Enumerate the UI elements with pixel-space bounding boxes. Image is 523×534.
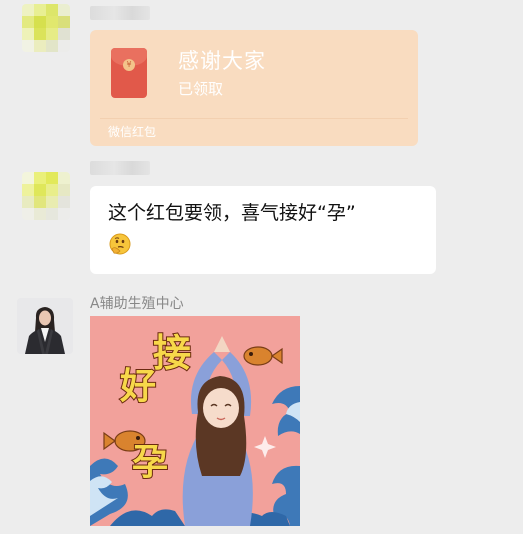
red-packet-title: 感谢大家: [178, 49, 266, 73]
red-packet-divider: [100, 118, 408, 119]
red-packet-icon: ¥: [111, 48, 147, 98]
sender-name: A辅助生殖中心: [90, 296, 184, 312]
sticker-illustration: 接 好 孕: [90, 316, 300, 526]
thinking-face-icon: [109, 233, 131, 255]
sticker-char-1: 接: [153, 331, 191, 375]
red-packet-status: 已领取: [178, 80, 224, 98]
sticker-char-3: 孕: [132, 442, 168, 483]
sender-name-blurred: [90, 6, 150, 20]
text-message-bubble[interactable]: 这个红包要领，喜气接好“孕”: [90, 186, 436, 274]
sticker-char-2: 好: [119, 366, 156, 407]
avatar-blurred[interactable]: [22, 4, 70, 52]
sender-name-blurred: [90, 161, 150, 175]
avatar-doctor[interactable]: [17, 298, 73, 354]
red-packet-message[interactable]: ¥ 感谢大家 已领取 微信红包: [90, 30, 418, 146]
person-avatar-icon: [17, 298, 73, 354]
avatar-blurred[interactable]: [22, 172, 70, 220]
sticker-image[interactable]: 接 好 孕: [90, 316, 300, 526]
text-message-content: 这个红包要领，喜气接好“孕”: [108, 202, 356, 224]
red-packet-footer: 微信红包: [108, 125, 157, 139]
